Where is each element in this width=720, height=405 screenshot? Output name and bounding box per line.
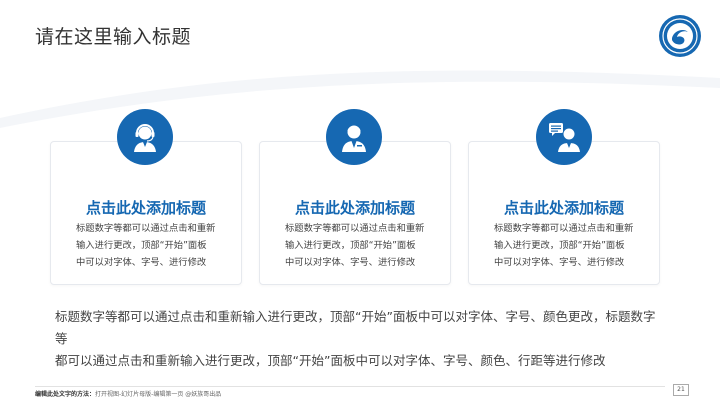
footer-label: 编辑此处文字的方法： bbox=[35, 391, 96, 398]
footer-note: 编辑此处文字的方法：打开视图-幻灯片母版-编辑第一页 @妖族哥出品 bbox=[35, 389, 221, 398]
card-description[interactable]: 标题数字等都可以通过点击和重新 输入进行更改，顶部“开始”面板 中可以对字体、字… bbox=[76, 220, 225, 271]
card-title[interactable]: 点击此处添加标题 bbox=[51, 197, 241, 218]
card-description[interactable]: 标题数字等都可以通过点击和重新 输入进行更改，顶部“开始”面板 中可以对字体、字… bbox=[285, 220, 434, 271]
footer-divider bbox=[35, 386, 665, 387]
footer-hint: 打开视图-幻灯片母版-编辑第一页 @妖族哥出品 bbox=[95, 391, 222, 398]
page-title[interactable]: 请在这里输入标题 bbox=[35, 22, 191, 49]
school-emblem-icon bbox=[658, 14, 702, 58]
page-number: 21 bbox=[673, 384, 689, 396]
card-title[interactable]: 点击此处添加标题 bbox=[260, 197, 450, 218]
card-title[interactable]: 点击此处添加标题 bbox=[469, 197, 659, 218]
person-chat-icon bbox=[536, 109, 592, 165]
slide: 请在这里输入标题 点击此处添加标题 标题数字等都可以通过点击和重新 输入进行更改… bbox=[0, 0, 720, 405]
person-icon bbox=[326, 109, 382, 165]
body-paragraph[interactable]: 标题数字等都可以通过点击和重新输入进行更改，顶部“开始”面板中可以对字体、字号、… bbox=[55, 306, 665, 372]
headset-agent-icon bbox=[117, 109, 173, 165]
card-description[interactable]: 标题数字等都可以通过点击和重新 输入进行更改，顶部“开始”面板 中可以对字体、字… bbox=[494, 220, 643, 271]
